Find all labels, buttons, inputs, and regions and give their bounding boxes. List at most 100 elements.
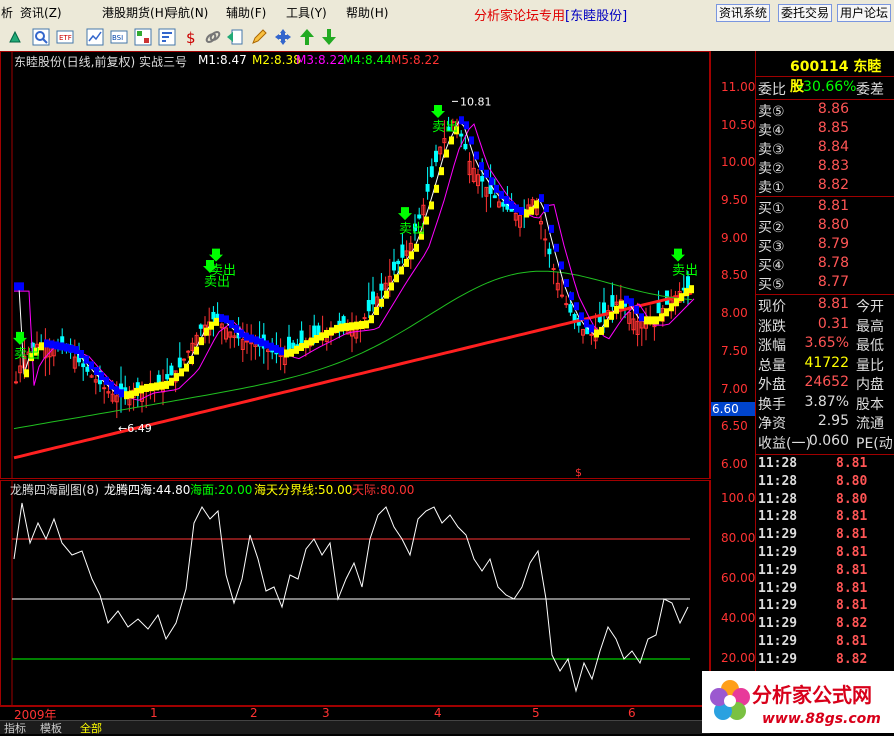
candle-body — [480, 176, 485, 182]
sell-arrow-icon — [671, 248, 685, 262]
month-label: 3 — [322, 706, 330, 720]
trend-band-block — [59, 342, 64, 351]
row-label: 卖① — [758, 180, 785, 196]
menu-item-hk-futures[interactable]: 港股期货(H) — [102, 4, 168, 21]
month-label: 6 — [628, 706, 636, 720]
tick-price: 8.82 — [836, 651, 868, 667]
candle-body — [656, 302, 661, 314]
trade-order-button[interactable]: 委托交易 — [778, 4, 833, 22]
trend-band-block — [389, 282, 394, 291]
trend-band-block — [74, 346, 79, 355]
trend-band-block — [169, 377, 174, 386]
trend-band-block — [549, 224, 554, 233]
indicator-tick: 100.0 — [721, 491, 756, 505]
menu-item-analysis[interactable]: 析 — [1, 4, 13, 21]
sell-label: 卖出 — [672, 264, 698, 279]
trend-band-block — [504, 195, 509, 204]
trend-band-block — [214, 317, 219, 326]
forum-title: 分析家论坛专用[东睦股份] — [474, 9, 628, 24]
trend-band-block — [84, 355, 89, 364]
price-tick: 8.50 — [721, 268, 748, 282]
trend-band-block — [409, 251, 414, 260]
move-icon[interactable] — [274, 28, 292, 46]
row-right-label: 今开 — [856, 299, 884, 315]
stat-row: 收益(一) 0.060 PE(动 — [758, 433, 893, 452]
sea-level-label: 海面:20.00 — [190, 483, 253, 497]
etf-icon[interactable]: ETF — [56, 28, 74, 46]
ask-row: 卖⑤ 8.86 — [758, 101, 893, 120]
site-logo: 分析家公式网 www.88gs.com — [702, 671, 894, 733]
menu-item-navigation[interactable]: 导航(N) — [166, 4, 208, 21]
ask-row: 卖④ 8.85 — [758, 120, 893, 139]
news-system-button[interactable]: 资讯系统 — [716, 4, 771, 22]
pencil-icon[interactable] — [250, 28, 268, 46]
row-label: 买② — [758, 220, 785, 236]
tick-price: 8.81 — [836, 527, 868, 543]
price-tick: 11.00 — [721, 80, 756, 94]
row-right-label: 最低 — [856, 338, 884, 354]
toolbar: ETF BSI $ — [0, 24, 894, 52]
menu-item-help[interactable]: 帮助(H) — [346, 4, 388, 21]
tick-row: 11:29 8.81 — [756, 598, 891, 616]
dollar-mark: $ — [575, 466, 582, 479]
tab-templates[interactable]: 模板 — [40, 720, 62, 736]
sell-label: 卖出 — [399, 222, 425, 237]
link-icon[interactable] — [204, 28, 222, 46]
stat-row: 涨幅 3.65% 最低 — [758, 335, 893, 354]
trend-band-block — [489, 177, 494, 186]
candle-body — [186, 350, 191, 353]
sub-indicator-chart[interactable]: 龙腾四海副图(8) 龙腾四海:44.80 海面:20.00 海天分界线:50.0… — [0, 480, 710, 706]
row-label: 卖⑤ — [758, 104, 785, 120]
dollar-icon[interactable]: $ — [182, 28, 200, 46]
trend-band-block — [614, 305, 619, 314]
sell-arrow-icon — [209, 248, 223, 262]
bsi-icon[interactable]: BSI — [110, 28, 128, 46]
line-chart-icon[interactable] — [86, 28, 104, 46]
trend-band-block — [619, 300, 624, 309]
candle-body — [14, 381, 18, 384]
trend-band-block — [669, 303, 674, 312]
arrow-up-icon[interactable] — [298, 28, 316, 46]
tick-time: 11:28 — [758, 509, 798, 525]
indicator-label: 龙腾四海:44.80 — [104, 483, 191, 497]
row-label: 卖④ — [758, 123, 785, 139]
svg-text:分析家公式网: 分析家公式网 — [752, 683, 872, 707]
tick-time: 11:29 — [758, 598, 798, 614]
menu-item-news[interactable]: 资讯(Z) — [20, 4, 62, 21]
trend-band-block — [479, 162, 484, 171]
price-tick: 7.50 — [721, 344, 748, 358]
tick-time: 11:28 — [758, 473, 798, 489]
sell-label: 卖出 — [14, 347, 40, 362]
sky-line-label: 天际:80.00 — [352, 483, 415, 497]
trend-band-block — [259, 338, 264, 347]
sort-icon[interactable] — [158, 28, 176, 46]
tab-all[interactable]: 全部 — [80, 720, 102, 736]
pin-icon[interactable] — [6, 28, 24, 46]
arrow-down-icon[interactable] — [320, 28, 338, 46]
row-right-label: 量比 — [856, 357, 884, 374]
zoom-icon[interactable] — [32, 28, 50, 46]
tab-indicators[interactable]: 指标 — [4, 720, 26, 736]
trend-band-block — [99, 372, 104, 381]
import-icon[interactable] — [226, 28, 244, 46]
candle-body — [417, 214, 422, 219]
ma-long-line — [13, 291, 693, 460]
trend-band-block — [674, 298, 679, 307]
menu-item-tools[interactable]: 工具(Y) — [286, 4, 327, 21]
menu-item-assist[interactable]: 辅助(F) — [226, 4, 266, 21]
trend-band-block — [124, 391, 129, 400]
trend-band-block — [464, 121, 469, 130]
trend-band-block — [309, 337, 314, 346]
user-forum-button[interactable]: 用户论坛 — [837, 4, 892, 22]
trend-band-block — [649, 316, 654, 325]
main-kline-chart[interactable]: 卖出 卖出 卖出 卖出 卖出 卖出 10.81 ←6.49 $ 东睦股份(日线,前复权) 实战三… — [0, 51, 710, 479]
trend-band-block — [329, 327, 334, 336]
candle-body — [169, 365, 174, 376]
grid-icon[interactable] — [134, 28, 152, 46]
bid-row: 买④ 8.78 — [758, 255, 893, 274]
tick-time: 11:28 — [758, 456, 798, 471]
candle-body — [568, 304, 573, 313]
trend-band-block — [239, 329, 244, 338]
trend-band-block — [594, 329, 599, 338]
tick-price: 8.82 — [836, 616, 868, 632]
